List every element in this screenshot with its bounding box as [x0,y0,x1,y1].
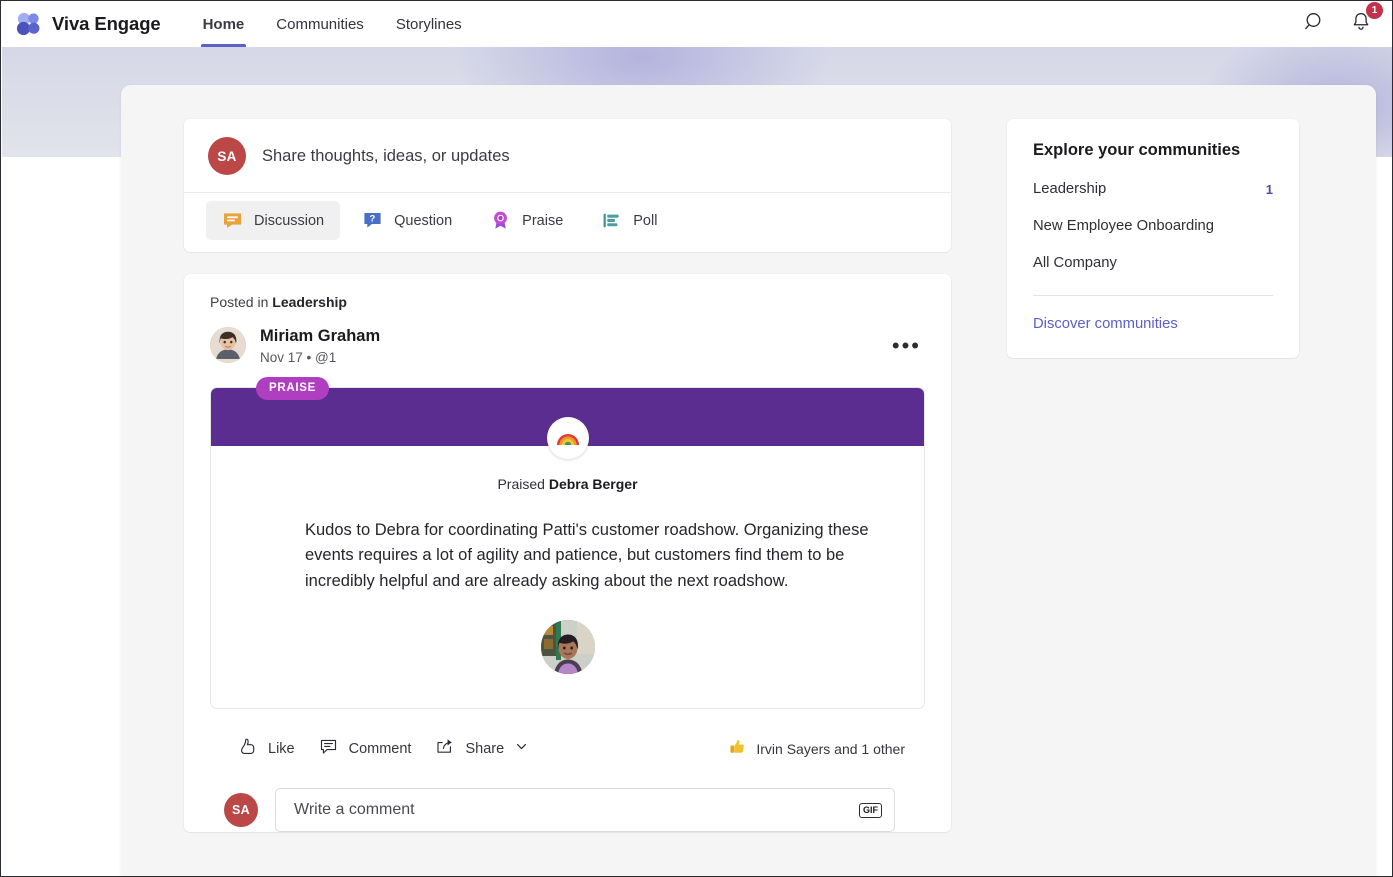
community-item-leadership[interactable]: Leadership 1 [1033,181,1273,197]
post-community-line: Posted in Leadership [210,294,925,310]
like-button[interactable]: Like [226,731,307,766]
page-container: SA Share thoughts, ideas, or updates Dis… [121,85,1376,876]
composer-type-question[interactable]: ? Question [346,201,468,240]
discover-communities-link[interactable]: Discover communities [1033,316,1273,332]
rainbow-icon [546,416,589,459]
praise-ribbon-icon [490,210,511,231]
post-more-options-icon[interactable]: ••• [888,333,925,358]
comment-input[interactable]: Write a comment GIF [275,788,895,833]
viva-engage-logo-icon [15,11,43,37]
gif-button[interactable]: GIF [859,802,882,818]
search-icon [1304,11,1326,38]
composer-type-question-label: Question [394,212,453,229]
composer-avatar: SA [208,137,246,175]
comment-avatar: SA [224,793,258,828]
tab-home[interactable]: Home [187,1,261,47]
praised-person-photo[interactable] [540,620,595,675]
notifications-badge: 1 [1366,2,1383,19]
viva-engage-app: Viva Engage Home Communities Storylines [0,0,1393,877]
share-button-label: Share [465,740,505,757]
feed-column: SA Share thoughts, ideas, or updates Dis… [184,119,951,833]
thumbs-up-icon [728,738,747,760]
praise-body: Praised Debra Berger Kudos to Debra for … [211,446,924,709]
explore-communities-title: Explore your communities [1033,141,1241,159]
tab-home-label: Home [202,15,245,33]
nav-tabs: Home Communities Storylines [187,1,478,47]
comment-button-label: Comment [348,740,412,757]
post-reactions[interactable]: Irvin Sayers and 1 other [728,738,909,760]
post-header: Miriam Graham Nov 17 • @1 ••• [210,326,925,365]
praised-person-name[interactable]: Debra Berger [549,476,638,492]
discussion-icon [222,210,243,231]
rail-divider [1033,295,1273,296]
post-action-bar: Like Comment Share Irvin Sayers and 1 ot… [210,709,925,784]
praised-line: Praised Debra Berger [211,476,924,492]
brand-name: Viva Engage [52,13,161,34]
post-author-name[interactable]: Miriam Graham [260,326,380,347]
top-navigation-bar: Viva Engage Home Communities Storylines [1,1,1392,47]
poll-icon [601,210,622,231]
share-button[interactable]: Share [423,731,540,766]
post-reactions-text: Irvin Sayers and 1 other [756,740,905,757]
search-button[interactable] [1300,9,1330,39]
top-bar-actions: 1 [1300,2,1383,39]
tab-storylines-label: Storylines [395,15,462,33]
community-item-leadership-count: 1 [1265,181,1273,197]
share-icon [435,737,454,760]
composer-type-praise[interactable]: Praise [474,201,579,240]
comment-placeholder: Write a comment [294,801,415,819]
post-author-meta: Miriam Graham Nov 17 • @1 [260,326,380,365]
post-author-avatar[interactable] [210,327,246,364]
post-community-name[interactable]: Leadership [272,294,347,310]
post-subline: Nov 17 • @1 [260,350,380,365]
praise-card: PRAISE Praised Debra Berger Kudos to Deb… [210,376,925,710]
content-row: SA Share thoughts, ideas, or updates Dis… [184,119,1359,833]
svg-text:?: ? [370,214,376,225]
like-icon [238,737,257,760]
tab-storylines[interactable]: Storylines [380,1,478,47]
comment-button[interactable]: Comment [307,731,424,766]
praise-banner: PRAISE [211,376,924,459]
community-item-all-company-label: All Company [1033,255,1117,271]
tab-communities[interactable]: Communities [260,1,380,47]
community-item-new-employee-onboarding-label: New Employee Onboarding [1033,218,1214,234]
praise-photo-row [211,620,924,675]
praise-badge: PRAISE [256,376,330,400]
composer-type-poll[interactable]: Poll [585,201,673,240]
community-item-leadership-label: Leadership [1033,181,1107,197]
tab-communities-label: Communities [276,15,364,33]
feed-post: Posted in Leadership Miriam Graham Nov 1… [184,274,951,833]
chevron-down-icon [515,740,528,757]
notifications-button[interactable]: 1 [1346,2,1383,39]
explore-communities-card: Explore your communities Leadership 1 Ne… [1007,119,1299,358]
like-button-label: Like [268,740,295,757]
post-date: Nov 17 [260,349,303,365]
post-composer: SA Share thoughts, ideas, or updates Dis… [184,119,951,252]
right-rail: Explore your communities Leadership 1 Ne… [1007,119,1299,358]
composer-type-discussion-label: Discussion [254,212,325,229]
praised-prefix: Praised [497,475,545,492]
praise-message: Kudos to Debra for coordinating Patti's … [305,520,869,590]
question-icon: ? [362,210,383,231]
post-mentions[interactable]: @1 [315,350,336,365]
composer-type-praise-label: Praise [522,212,564,229]
write-comment-row: SA Write a comment GIF [210,784,925,833]
composer-type-poll-label: Poll [633,212,658,229]
comment-icon [319,737,338,760]
community-item-new-employee-onboarding[interactable]: New Employee Onboarding [1033,218,1273,234]
composer-type-tabs: Discussion ? Question Praise Poll [184,193,951,252]
community-item-all-company[interactable]: All Company [1033,255,1273,271]
post-separator: • [306,349,312,365]
composer-placeholder[interactable]: Share thoughts, ideas, or updates [262,147,510,166]
composer-input-row[interactable]: SA Share thoughts, ideas, or updates [184,119,951,193]
composer-type-discussion[interactable]: Discussion [206,201,341,240]
brand[interactable]: Viva Engage [15,11,161,37]
posted-in-prefix: Posted in [210,294,269,310]
